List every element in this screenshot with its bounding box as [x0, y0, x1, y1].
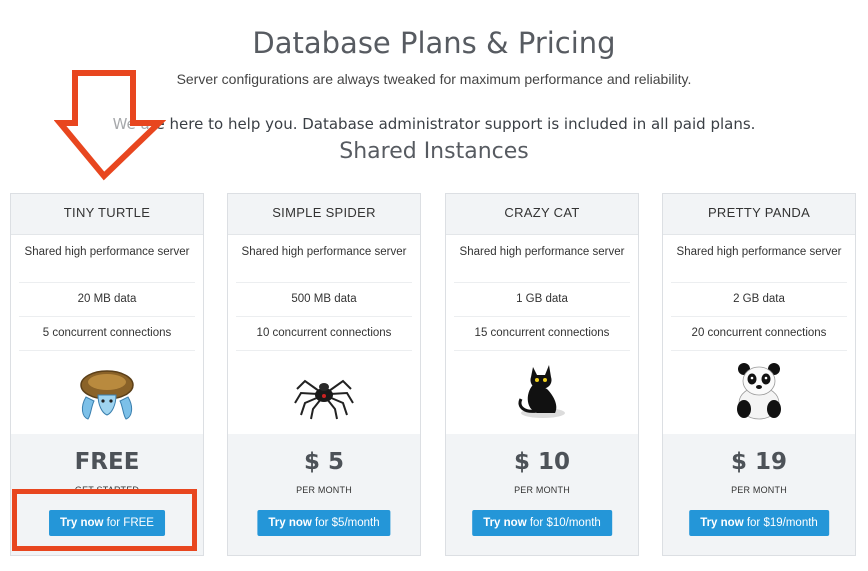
- plan-price: FREE: [74, 449, 140, 475]
- plan-period: PER MONTH: [296, 485, 352, 495]
- plan-connections: 20 concurrent connections: [671, 317, 847, 351]
- plan-server: Shared high performance server: [671, 235, 847, 283]
- plan-connections: 10 concurrent connections: [236, 317, 412, 351]
- spider-icon: [294, 379, 354, 420]
- button-strong-label: Try now: [268, 517, 312, 529]
- plan-card-simple-spider: SIMPLE SPIDER Shared high performance se…: [227, 193, 421, 556]
- plan-data: 2 GB data: [671, 283, 847, 317]
- page-title: Database Plans & Pricing: [252, 26, 616, 60]
- button-strong-label: Try now: [483, 517, 527, 529]
- plan-name: PRETTY PANDA: [663, 194, 855, 235]
- price-section: $ 10 PER MONTH Try now for $10/month: [446, 434, 638, 555]
- button-label: for $5/month: [311, 517, 380, 529]
- highlight-box: [12, 489, 197, 551]
- plan-data: 20 MB data: [19, 283, 195, 317]
- plan-card-crazy-cat: CRAZY CAT Shared high performance server…: [445, 193, 639, 556]
- down-arrow-icon: [54, 70, 166, 181]
- plan-server: Shared high performance server: [19, 235, 195, 283]
- panda-icon: [737, 363, 781, 420]
- plan-name: CRAZY CAT: [446, 194, 638, 235]
- plan-period: PER MONTH: [731, 485, 787, 495]
- plan-data: 500 MB data: [236, 283, 412, 317]
- try-now-button[interactable]: Try now for $5/month: [257, 510, 391, 536]
- plan-server: Shared high performance server: [236, 235, 412, 283]
- button-label: for $19/month: [743, 517, 818, 529]
- cat-icon: [518, 365, 565, 418]
- turtle-icon: [80, 370, 134, 420]
- plan-period: PER MONTH: [514, 485, 570, 495]
- plan-price: $ 5: [303, 449, 344, 475]
- plan-server: Shared high performance server: [454, 235, 630, 283]
- plan-name: SIMPLE SPIDER: [228, 194, 420, 235]
- plan-price: $ 19: [730, 449, 788, 475]
- try-now-button[interactable]: Try now for $19/month: [689, 510, 829, 536]
- button-strong-label: Try now: [700, 517, 744, 529]
- plan-price: $ 10: [513, 449, 571, 475]
- price-section: $ 5 PER MONTH Try now for $5/month: [228, 434, 420, 555]
- plan-data: 1 GB data: [454, 283, 630, 317]
- price-section: $ 19 PER MONTH Try now for $19/month: [663, 434, 855, 555]
- button-label: for $10/month: [526, 517, 601, 529]
- plan-name: TINY TURTLE: [11, 194, 203, 235]
- plan-card-pretty-panda: PRETTY PANDA Shared high performance ser…: [662, 193, 856, 556]
- try-now-button[interactable]: Try now for $10/month: [472, 510, 612, 536]
- plan-connections: 5 concurrent connections: [19, 317, 195, 351]
- plan-connections: 15 concurrent connections: [454, 317, 630, 351]
